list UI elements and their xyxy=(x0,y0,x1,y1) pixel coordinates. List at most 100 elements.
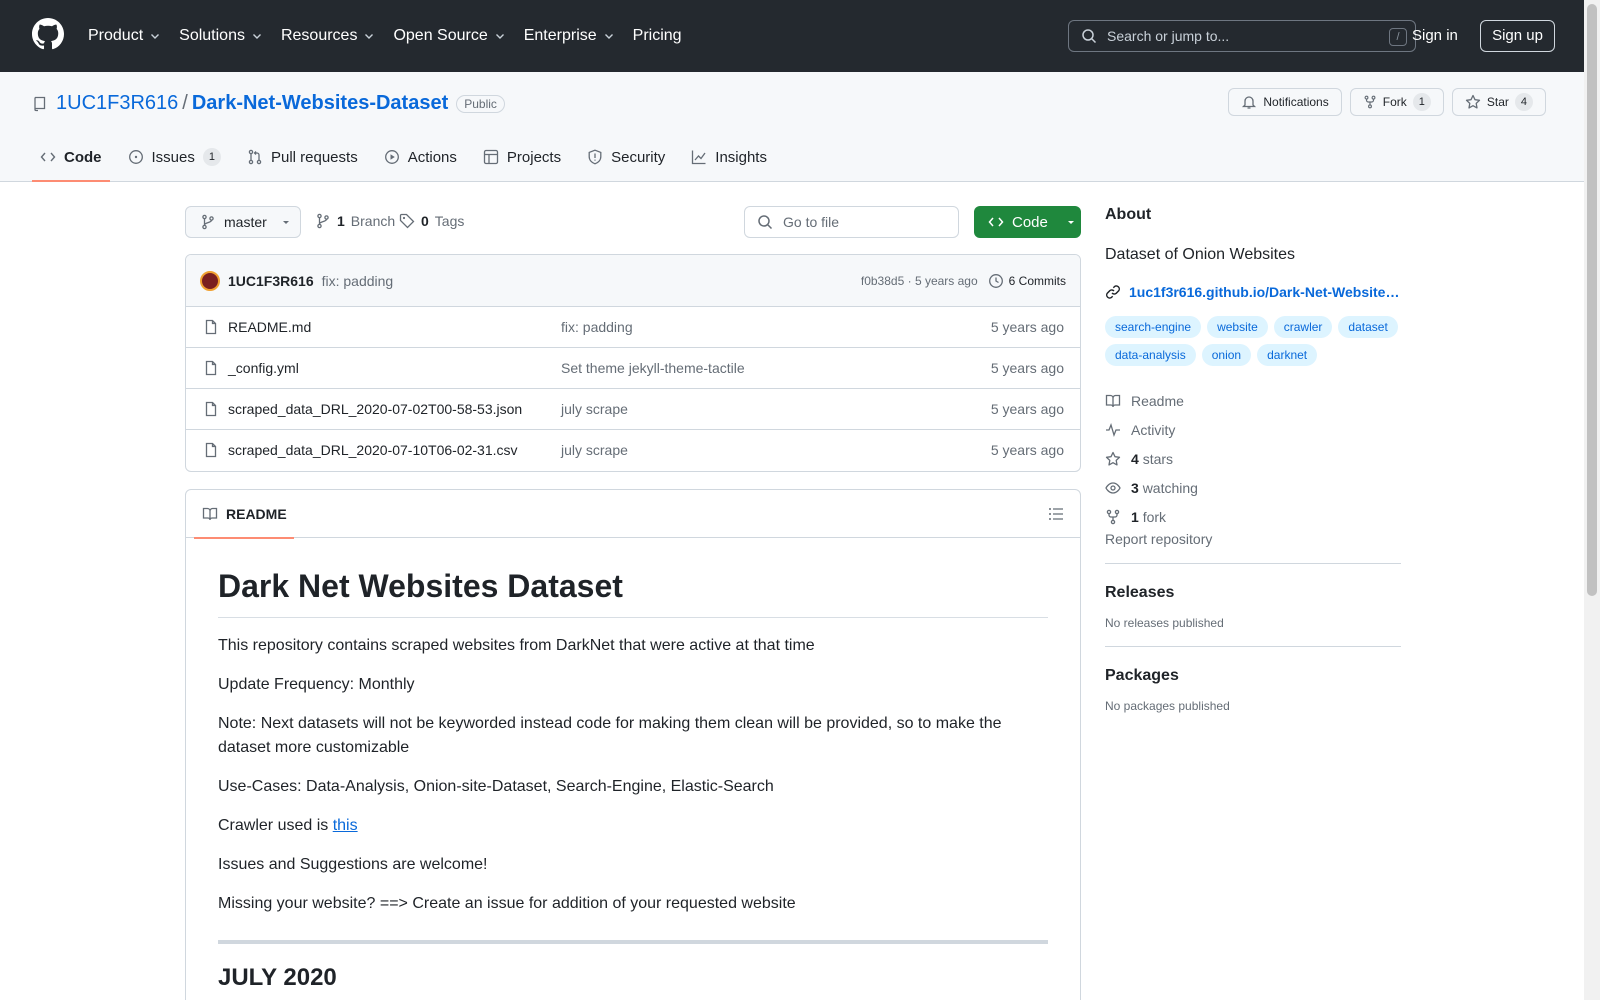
file-commit-message[interactable]: july scrape xyxy=(561,442,628,458)
report-repository-link[interactable]: Report repository xyxy=(1105,531,1212,547)
search-placeholder: Search or jump to... xyxy=(1107,28,1230,44)
star-button[interactable]: Star 4 xyxy=(1451,88,1546,116)
shield-icon xyxy=(588,149,602,165)
file-name-link[interactable]: README.md xyxy=(228,319,311,335)
commit-message-link[interactable]: fix: padding xyxy=(322,273,394,289)
repo-actions: Notifications Fork 1 Star 4 xyxy=(1228,88,1546,116)
nav-solutions[interactable]: Solutions xyxy=(179,27,263,45)
about-heading: About xyxy=(1105,206,1152,223)
file-list: 1UC1F3R616 fix: padding f0b38d5 · 5 year… xyxy=(185,254,1081,472)
star-icon xyxy=(1465,94,1481,109)
readme-paragraph: This repository contains scraped website… xyxy=(218,637,815,654)
repo-name-link[interactable]: Dark-Net-Websites-Dataset xyxy=(192,92,448,115)
readme-header: README xyxy=(186,490,1080,539)
releases-heading[interactable]: Releases xyxy=(1105,584,1401,602)
chevron-down-icon xyxy=(604,34,613,39)
commit-age: · 5 years ago xyxy=(907,274,978,288)
branches-link[interactable]: 1 Branch xyxy=(315,213,395,229)
repo-title: 1UC1F3R616 / Dark-Net-Websites-Dataset P… xyxy=(32,92,505,115)
pulse-icon xyxy=(1106,422,1120,437)
tab-issues[interactable]: Issues 1 xyxy=(120,133,229,181)
sign-up-button[interactable]: Sign up xyxy=(1480,20,1555,52)
topic-tag[interactable]: onion xyxy=(1201,344,1252,366)
activity-link[interactable]: Activity xyxy=(1105,415,1401,444)
tab-projects[interactable]: Projects xyxy=(475,133,569,181)
nav-resources[interactable]: Resources xyxy=(281,27,375,45)
homepage-link[interactable]: 1uc1f3r616.github.io/Dark-Net-Website… xyxy=(1105,284,1401,300)
code-icon xyxy=(988,217,1004,227)
sign-in-link[interactable]: Sign in xyxy=(1412,27,1458,44)
file-row[interactable]: _config.yml Set theme jekyll-theme-tacti… xyxy=(186,348,1080,389)
repo-owner-link[interactable]: 1UC1F3R616 xyxy=(56,92,178,115)
file-commit-message[interactable]: Set theme jekyll-theme-tactile xyxy=(561,360,745,376)
list-unordered-icon[interactable] xyxy=(1048,506,1064,522)
topic-tag[interactable]: website xyxy=(1207,316,1268,338)
topic-tag[interactable]: darknet xyxy=(1257,344,1318,366)
chevron-down-icon xyxy=(365,34,374,39)
nav-enterprise[interactable]: Enterprise xyxy=(524,27,615,45)
branch-selector-button[interactable]: master xyxy=(185,206,301,238)
table-icon xyxy=(483,149,499,165)
go-to-file-input[interactable]: Go to file xyxy=(744,206,959,238)
file-commit-message[interactable]: july scrape xyxy=(561,401,628,417)
branch-name: master xyxy=(224,214,267,230)
commit-author-link[interactable]: 1UC1F3R616 xyxy=(228,273,314,289)
packages-heading[interactable]: Packages xyxy=(1105,667,1401,685)
forks-link[interactable]: 1 fork xyxy=(1105,502,1401,531)
topic-tag[interactable]: dataset xyxy=(1338,316,1398,338)
stars-link[interactable]: 4 stars xyxy=(1105,444,1401,473)
topic-tag[interactable]: data-analysis xyxy=(1105,344,1196,366)
readme-link[interactable]: Readme xyxy=(1105,386,1401,415)
avatar[interactable] xyxy=(200,270,220,291)
latest-commit-bar: 1UC1F3R616 fix: padding f0b38d5 · 5 year… xyxy=(186,255,1080,307)
topic-list: search-engine website crawler dataset da… xyxy=(1105,316,1401,366)
play-icon xyxy=(384,150,399,164)
fork-icon xyxy=(1364,95,1376,109)
file-name-link[interactable]: _config.yml xyxy=(228,360,299,376)
notifications-button[interactable]: Notifications xyxy=(1228,88,1342,116)
nav-open-source[interactable]: Open Source xyxy=(393,27,505,45)
visibility-badge: Public xyxy=(456,94,505,113)
page-scrollbar[interactable] xyxy=(1584,0,1600,1000)
topic-tag[interactable]: search-engine xyxy=(1105,316,1202,338)
graph-icon xyxy=(692,150,706,165)
github-logo-icon[interactable] xyxy=(32,18,64,50)
file-row[interactable]: scraped_data_DRL_2020-07-10T06-02-31.csv… xyxy=(186,430,1080,471)
file-row[interactable]: README.md fix: padding 5 years ago xyxy=(186,307,1080,348)
tab-pull-requests[interactable]: Pull requests xyxy=(239,133,366,181)
file-toolbar: master 1 Branch 0 Tags Go to file Code xyxy=(185,206,1081,238)
file-icon xyxy=(205,442,217,458)
readme-body: Dark Net Websites Dataset This repositor… xyxy=(186,538,1080,1000)
eye-icon xyxy=(1105,481,1121,494)
about-description: Dataset of Onion Websites xyxy=(1105,246,1296,263)
file-name-link[interactable]: scraped_data_DRL_2020-07-02T00-58-53.jso… xyxy=(228,401,522,417)
nav-pricing[interactable]: Pricing xyxy=(633,27,682,45)
search-input[interactable]: Search or jump to... / xyxy=(1068,20,1416,52)
file-row[interactable]: scraped_data_DRL_2020-07-02T00-58-53.jso… xyxy=(186,389,1080,430)
book-icon xyxy=(1105,394,1121,407)
chevron-down-icon xyxy=(495,34,504,39)
crawler-link[interactable]: this xyxy=(333,817,358,834)
tab-code[interactable]: Code xyxy=(32,133,110,182)
main-content: master 1 Branch 0 Tags Go to file Code 1UC… xyxy=(185,206,1081,1000)
chevron-down-icon xyxy=(151,34,160,39)
chevron-down-icon xyxy=(252,34,261,39)
commit-meta: f0b38d5 · 5 years ago 6 Commits xyxy=(861,273,1066,289)
file-icon xyxy=(205,401,217,417)
nav-product[interactable]: Product xyxy=(88,27,161,45)
commit-hash-link[interactable]: f0b38d5 xyxy=(861,274,904,288)
tab-security[interactable]: Security xyxy=(579,133,673,181)
tags-link[interactable]: 0 Tags xyxy=(399,213,464,229)
tab-actions[interactable]: Actions xyxy=(376,133,465,181)
commits-link[interactable]: 6 Commits xyxy=(988,273,1066,289)
readme-tab[interactable]: README xyxy=(194,490,294,539)
file-name-link[interactable]: scraped_data_DRL_2020-07-10T06-02-31.csv xyxy=(228,442,518,458)
scrollbar-thumb[interactable] xyxy=(1587,4,1597,596)
topic-tag[interactable]: crawler xyxy=(1273,316,1333,338)
file-commit-message[interactable]: fix: padding xyxy=(561,319,633,335)
code-dropdown-button[interactable]: Code xyxy=(974,206,1081,238)
fork-button[interactable]: Fork 1 xyxy=(1349,88,1444,116)
tab-insights[interactable]: Insights xyxy=(683,133,775,181)
watchers-link[interactable]: 3 watching xyxy=(1105,473,1401,502)
fork-count: 1 xyxy=(1412,93,1431,111)
